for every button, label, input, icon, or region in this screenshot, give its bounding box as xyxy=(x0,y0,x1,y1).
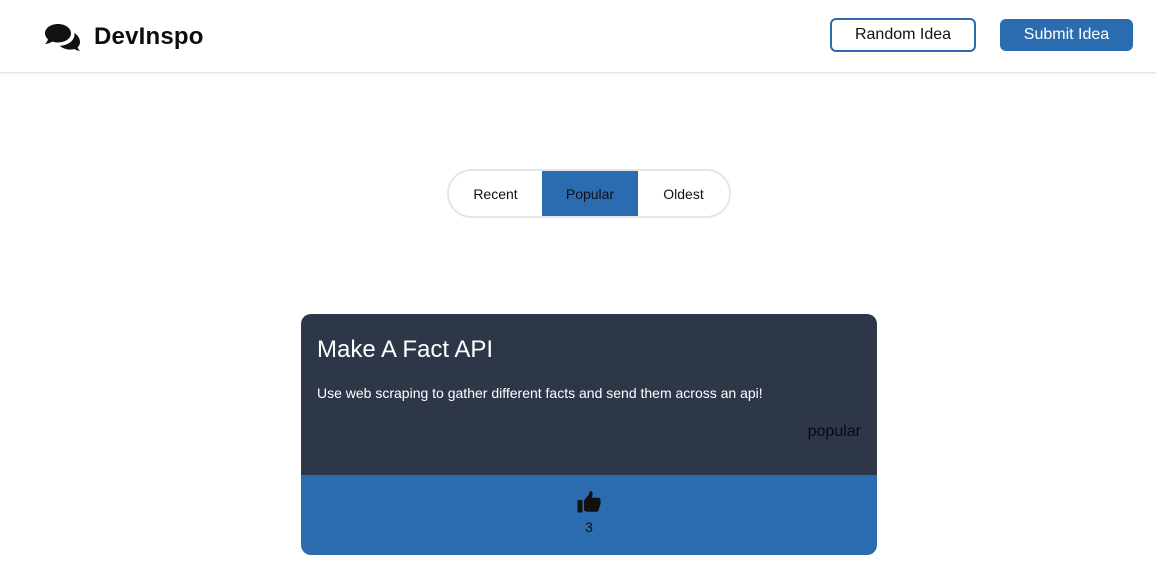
idea-card: Make A Fact API Use web scraping to gath… xyxy=(301,314,877,555)
brand-name: DevInspo xyxy=(94,23,204,50)
idea-card-footer: 3 xyxy=(301,475,877,555)
random-idea-button[interactable]: Random Idea xyxy=(830,18,976,52)
brand[interactable]: DevInspo xyxy=(44,20,204,54)
idea-title: Make A Fact API xyxy=(317,336,494,363)
tab-popular[interactable]: Popular xyxy=(542,171,638,216)
top-navbar: DevInspo Random Idea Submit Idea xyxy=(0,0,1156,73)
idea-tag: popular xyxy=(807,423,861,440)
sort-tabs: Recent Popular Oldest xyxy=(447,169,731,218)
comments-icon xyxy=(45,24,80,51)
idea-card-body: Make A Fact API Use web scraping to gath… xyxy=(301,314,877,475)
idea-description: Use web scraping to gather different fac… xyxy=(317,385,763,401)
tab-oldest[interactable]: Oldest xyxy=(638,171,729,216)
tab-recent[interactable]: Recent xyxy=(449,171,542,216)
submit-idea-button[interactable]: Submit Idea xyxy=(1000,19,1133,51)
thumbs-up-icon[interactable] xyxy=(577,491,601,513)
like-count: 3 xyxy=(585,519,593,535)
